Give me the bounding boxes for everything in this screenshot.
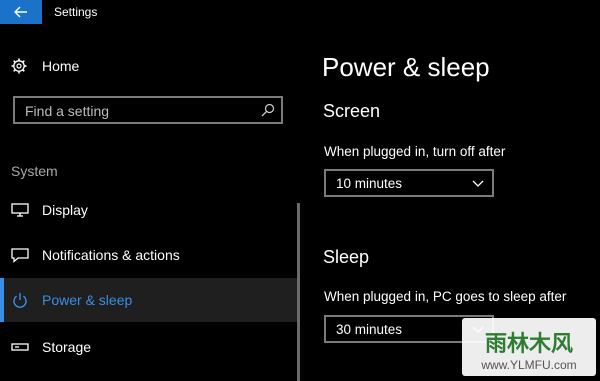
sleep-heading: Sleep xyxy=(323,247,370,267)
sidebar-item-storage[interactable]: Storage xyxy=(0,325,298,369)
back-button[interactable] xyxy=(0,0,42,24)
sleep-timeout-label: When plugged in, PC goes to sleep after xyxy=(324,289,567,304)
screen-timeout-value: 10 minutes xyxy=(336,176,403,191)
search-icon[interactable] xyxy=(261,103,275,117)
chevron-down-icon xyxy=(472,180,484,187)
sidebar-item-power-sleep[interactable]: Power & sleep xyxy=(0,278,298,322)
section-label-system: System xyxy=(11,163,58,179)
app-title: Settings xyxy=(54,5,98,19)
watermark-text-line2: www.YLMFU.com xyxy=(480,358,576,372)
search-input[interactable] xyxy=(23,101,257,121)
home-nav-item[interactable]: Home xyxy=(0,52,300,80)
watermark-text-line1: 雨林木风 xyxy=(485,332,573,357)
sidebar-item-label: Notifications & actions xyxy=(42,247,180,263)
watermark-logo: 雨林木风 www.YLMFU.com xyxy=(462,318,596,376)
sidebar-item-label: Power & sleep xyxy=(42,292,133,308)
sidebar-item-notifications[interactable]: Notifications & actions xyxy=(0,233,298,277)
gear-icon xyxy=(11,58,27,74)
power-icon xyxy=(13,293,27,308)
storage-icon xyxy=(11,343,29,351)
screen-timeout-dropdown[interactable]: 10 minutes xyxy=(324,169,494,197)
notifications-icon xyxy=(11,248,29,263)
home-label: Home xyxy=(42,58,80,74)
sidebar-item-label: Storage xyxy=(42,339,92,355)
sidebar-item-display[interactable]: Display xyxy=(0,188,298,232)
screen-timeout-label: When plugged in, turn off after xyxy=(324,144,506,159)
title-bar: Settings xyxy=(0,0,600,24)
monitor-icon xyxy=(11,203,29,217)
sleep-timeout-value: 30 minutes xyxy=(336,322,403,337)
sidebar-item-label: Display xyxy=(42,202,88,218)
search-box[interactable] xyxy=(13,96,283,124)
watermark-graphic: 雨林木风 www.YLMFU.com xyxy=(480,332,576,372)
page-title: Power & sleep xyxy=(322,52,490,82)
active-indicator xyxy=(0,278,4,322)
screen-heading: Screen xyxy=(323,101,381,121)
back-arrow-icon xyxy=(14,6,27,18)
